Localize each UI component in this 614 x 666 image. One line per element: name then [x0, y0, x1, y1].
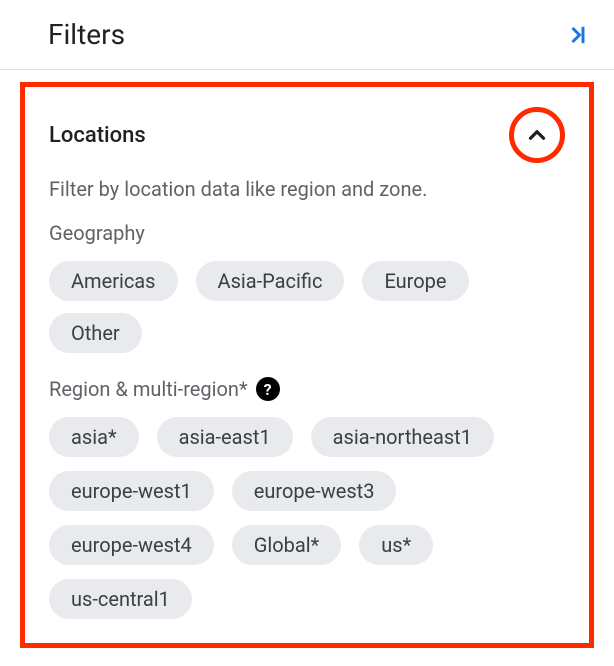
region-chip[interactable]: europe-west1 — [49, 471, 214, 511]
geography-chips: Americas Asia-Pacific Europe Other — [49, 261, 565, 353]
geography-chip[interactable]: Americas — [49, 261, 178, 301]
region-chip[interactable]: asia-northeast1 — [311, 417, 494, 457]
filters-header: Filters — [0, 0, 614, 70]
collapse-section-button[interactable] — [509, 107, 565, 163]
geography-chip[interactable]: Other — [49, 313, 142, 353]
page-title: Filters — [48, 18, 125, 51]
collapse-panel-icon[interactable] — [562, 21, 590, 49]
region-chip[interactable]: asia-east1 — [157, 417, 293, 457]
chevron-up-icon — [524, 122, 550, 148]
region-chip[interactable]: Global* — [232, 525, 341, 565]
region-chip[interactable]: us* — [359, 525, 433, 565]
region-chip[interactable]: europe-west4 — [49, 525, 214, 565]
region-group-text: Region & multi-region* — [49, 377, 248, 401]
region-chip[interactable]: europe-west3 — [232, 471, 397, 511]
region-chip[interactable]: asia* — [49, 417, 139, 457]
geography-chip[interactable]: Asia-Pacific — [196, 261, 345, 301]
geography-chip[interactable]: Europe — [362, 261, 468, 301]
geography-group-label: Geography — [49, 221, 565, 245]
help-icon[interactable]: ? — [256, 377, 280, 401]
locations-filter-panel: Locations Filter by location data like r… — [20, 82, 594, 648]
locations-description: Filter by location data like region and … — [49, 177, 565, 201]
region-chips: asia* asia-east1 asia-northeast1 europe-wes… — [49, 417, 565, 619]
region-chip[interactable]: us-central1 — [49, 579, 192, 619]
locations-title: Locations — [49, 123, 146, 148]
region-group-label: Region & multi-region* ? — [49, 377, 565, 401]
